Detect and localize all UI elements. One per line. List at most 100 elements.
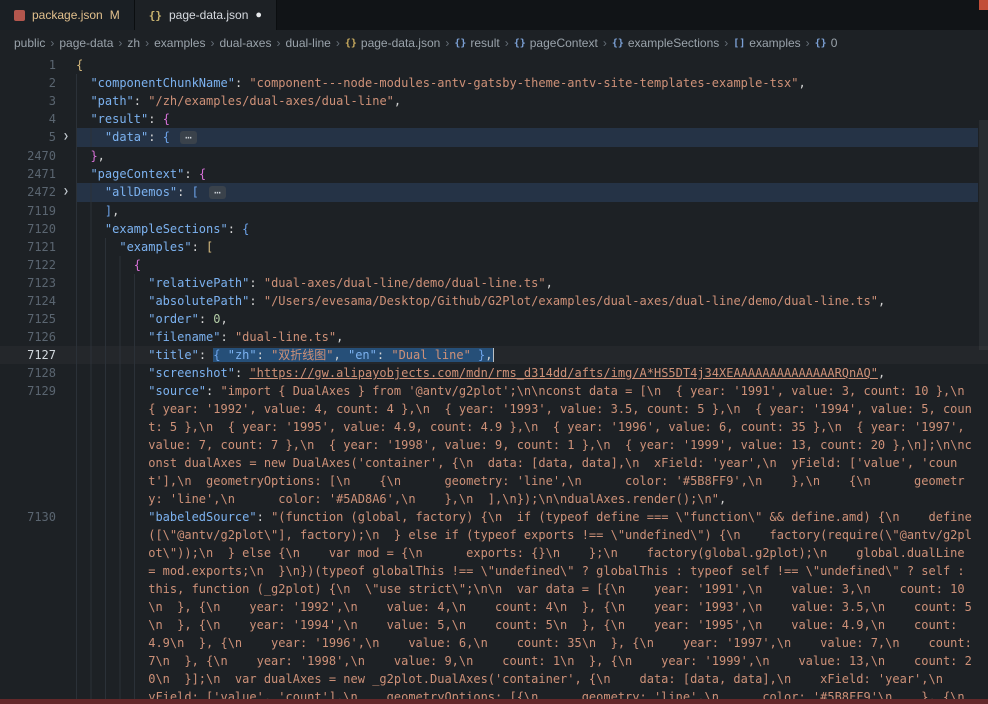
indent-guides (76, 256, 134, 274)
line-number: 1 (0, 56, 56, 74)
code-token: "import { DualAxes } from '@antv/g2plot'… (148, 384, 979, 506)
line-number: 7124 (0, 292, 56, 310)
breadcrumb-separator-icon: › (724, 36, 728, 50)
code-line[interactable]: 7122{ (0, 256, 988, 274)
code-token (170, 130, 177, 144)
indent-guides (76, 165, 90, 183)
git-modified-badge: M (110, 8, 120, 22)
indent-guides (76, 202, 105, 220)
breadcrumb-separator-icon: › (445, 36, 449, 50)
indent-guides (76, 238, 119, 256)
code-line[interactable]: 7119], (0, 202, 988, 220)
breadcrumb-item[interactable]: {}exampleSections (612, 36, 719, 50)
code-line[interactable]: 7126"filename": "dual-line.ts", (0, 328, 988, 346)
folded-region-ellipsis[interactable]: ⋯ (209, 186, 226, 199)
code-token: , (394, 94, 401, 108)
code-token: "en" (348, 348, 377, 362)
line-number: 2 (0, 74, 56, 92)
code-token: { (163, 130, 170, 144)
code-line[interactable]: 7120"exampleSections": { (0, 220, 988, 238)
line-number: 7126 (0, 328, 56, 346)
breadcrumb-separator-icon: › (276, 36, 280, 50)
code-line[interactable]: 7127"title": { "zh": "双折线图", "en": "Dual… (0, 346, 988, 364)
code-line[interactable]: 7121"examples": [ (0, 238, 988, 256)
code-line[interactable]: 2472❯"allDemos": [ ⋯ (0, 183, 988, 202)
breadcrumb-label: result (470, 36, 499, 50)
code-token: "absolutePath" (148, 294, 249, 308)
code-token: { (199, 167, 206, 181)
code-token: : (220, 330, 234, 344)
code-line[interactable]: 7123"relativePath": "dual-axes/dual-line… (0, 274, 988, 292)
breadcrumb-separator-icon: › (505, 36, 509, 50)
code-token: "result" (90, 112, 148, 126)
line-number: 7122 (0, 256, 56, 274)
code-line[interactable]: 1{ (0, 56, 988, 74)
code-token: "zh" (228, 348, 257, 362)
code-token: "component---node-modules-antv-gatsby-th… (249, 76, 798, 90)
code-line[interactable]: 5❯"data": { ⋯ (0, 128, 988, 147)
code-line[interactable]: 4"result": { (0, 110, 988, 128)
code-text: "pageContext": { (90, 165, 978, 183)
tab-package-json[interactable]: package.json M (0, 0, 135, 30)
code-token: , (878, 294, 885, 308)
breadcrumb-item[interactable]: dual-axes (219, 36, 271, 50)
npm-icon (14, 10, 25, 21)
code-token: "screenshot" (148, 366, 235, 380)
code-line[interactable]: 7128"screenshot": "https://gw.alipayobje… (0, 364, 988, 382)
code-line[interactable]: 7129"source": "import { DualAxes } from … (0, 382, 988, 508)
folded-region-ellipsis[interactable]: ⋯ (180, 131, 197, 144)
code-token: 0 (213, 312, 220, 326)
code-token: : (192, 240, 206, 254)
code-token: "/Users/evesama/Desktop/Github/G2Plot/ex… (264, 294, 878, 308)
line-number: 7125 (0, 310, 56, 328)
object-symbol-icon: {} (454, 38, 466, 49)
breadcrumb-item[interactable]: page-data (59, 36, 113, 50)
line-number: 3 (0, 92, 56, 110)
code-token: : (184, 167, 198, 181)
code-line[interactable]: 7125"order": 0, (0, 310, 988, 328)
code-line[interactable]: 3"path": "/zh/examples/dual-axes/dual-li… (0, 92, 988, 110)
code-line[interactable]: 2"componentChunkName": "component---node… (0, 74, 988, 92)
tab-label: package.json (32, 8, 103, 22)
code-token: "双折线图" (271, 348, 333, 362)
object-symbol-icon: {} (815, 38, 827, 49)
code-token: : (148, 130, 162, 144)
code-line[interactable]: 7124"absolutePath": "/Users/evesama/Desk… (0, 292, 988, 310)
dirty-indicator-icon: ● (255, 9, 262, 21)
code-token: "filename" (148, 330, 220, 344)
breadcrumb-label: zh (127, 36, 140, 50)
array-symbol-icon: [] (733, 38, 745, 49)
breadcrumb-item[interactable]: public (14, 36, 45, 50)
line-number: 7120 (0, 220, 56, 238)
breadcrumb-item[interactable]: []examples (733, 36, 800, 50)
code-text: "examples": [ (119, 238, 978, 256)
breadcrumb-item[interactable]: {}pageContext (514, 36, 598, 50)
scrollbar[interactable] (979, 120, 988, 350)
code-token: "https://gw.alipayobjects.com/mdn/rms_d3… (249, 366, 878, 380)
code-token: "babeledSource" (148, 510, 256, 524)
breadcrumb-item[interactable]: zh (127, 36, 140, 50)
code-token: , (334, 348, 348, 362)
breadcrumb-separator-icon: › (336, 36, 340, 50)
breadcrumb-item[interactable]: examples (154, 36, 205, 50)
breadcrumb-item[interactable]: {}0 (815, 36, 838, 50)
breadcrumb-item[interactable]: {} result (454, 36, 499, 50)
line-number: 2471 (0, 165, 56, 183)
code-line[interactable]: 2470}, (0, 147, 988, 165)
fold-chevron-icon[interactable]: ❯ (56, 183, 76, 201)
code-line[interactable]: 2471 "pageContext": { (0, 165, 988, 183)
code-token: "title" (148, 348, 199, 362)
breadcrumb-item[interactable]: {}page-data.json (345, 36, 440, 50)
indent-guides (76, 328, 148, 346)
line-number: 2472 (0, 183, 56, 201)
fold-chevron-icon[interactable]: ❯ (56, 128, 76, 146)
indent-guides (76, 110, 90, 128)
indent-guides (76, 382, 148, 508)
breadcrumb-item[interactable]: dual-line (285, 36, 330, 50)
breadcrumb-label: page-data.json (361, 36, 440, 50)
code-token: : (235, 366, 249, 380)
code-line[interactable]: 7130"babeledSource": "(function (global,… (0, 508, 988, 704)
indent-guides (76, 274, 148, 292)
tab-page-data-json[interactable]: {} page-data.json ● (135, 0, 277, 30)
line-number: 7129 (0, 382, 56, 400)
